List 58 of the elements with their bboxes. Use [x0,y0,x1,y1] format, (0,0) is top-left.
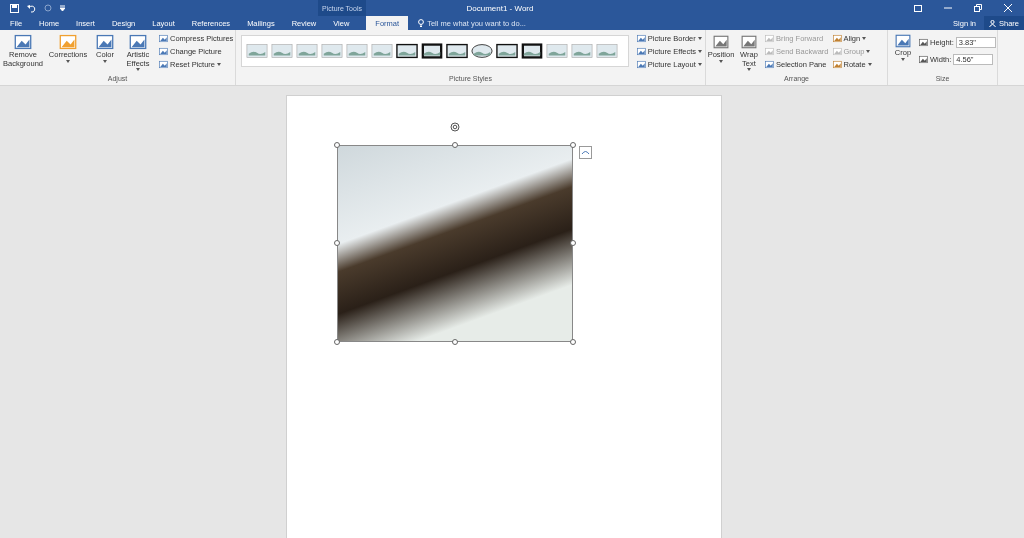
picture-icon [636,47,646,56]
picture-style-thumbnail[interactable] [546,42,568,60]
picture-icon [636,34,646,43]
resize-handle[interactable] [570,339,576,345]
picture-style-thumbnail[interactable] [296,42,318,60]
picture-icon [159,60,168,69]
picture-icon [159,47,168,56]
caret-icon [867,63,872,66]
picture-style-thumbnail[interactable] [571,42,593,60]
redo-icon[interactable] [44,4,52,12]
caret-icon [901,57,905,61]
caret-icon [136,68,140,72]
person-icon [989,19,996,27]
layout-options-icon[interactable] [579,146,592,159]
picture-style-thumbnail[interactable] [596,42,618,60]
restore-icon[interactable] [974,4,982,12]
caret-icon [698,50,702,53]
undo-icon[interactable] [27,3,36,13]
picture-icon [14,33,32,51]
resize-handle[interactable] [570,240,576,246]
resize-handle[interactable] [334,339,340,345]
picture-icon [159,34,168,43]
lightbulb-icon [418,19,425,27]
resize-handle[interactable] [334,240,340,246]
resize-handle[interactable] [334,142,340,148]
caret-icon [66,59,70,63]
rotate-handle-icon[interactable] [450,122,460,132]
picture-style-thumbnail[interactable] [271,42,293,60]
picture-style-thumbnail[interactable] [321,42,343,60]
picture-style-thumbnail[interactable] [446,42,468,60]
save-icon[interactable] [10,3,19,13]
caret-icon [697,63,702,66]
caret-icon [747,68,751,72]
caret-icon [719,59,723,63]
picture-style-thumbnail[interactable] [346,42,368,60]
caret-icon [217,63,222,66]
caret-icon [103,59,107,63]
picture-style-thumbnail[interactable] [396,42,418,60]
ribbon-display-icon[interactable] [914,4,922,12]
photo-placeholder[interactable] [337,145,573,342]
close-icon[interactable] [1004,4,1012,12]
picture-style-thumbnail[interactable] [421,42,443,60]
picture-style-thumbnail[interactable] [371,42,393,60]
resize-handle[interactable] [452,339,458,345]
picture-icon [96,33,114,51]
picture-style-thumbnail[interactable] [246,42,268,60]
picture-style-thumbnail[interactable] [496,42,518,60]
caret-icon [866,50,871,53]
picture-style-thumbnail[interactable] [521,42,543,60]
customize-icon[interactable] [60,5,65,11]
picture-style-thumbnail[interactable] [471,42,493,60]
resize-handle[interactable] [452,142,458,148]
caret-icon [862,37,867,40]
picture-icon [636,60,646,69]
window-title: Document1 - Word [465,3,535,13]
resize-handle[interactable] [570,142,576,148]
caret-icon [697,37,702,40]
picture-icon [129,33,147,51]
